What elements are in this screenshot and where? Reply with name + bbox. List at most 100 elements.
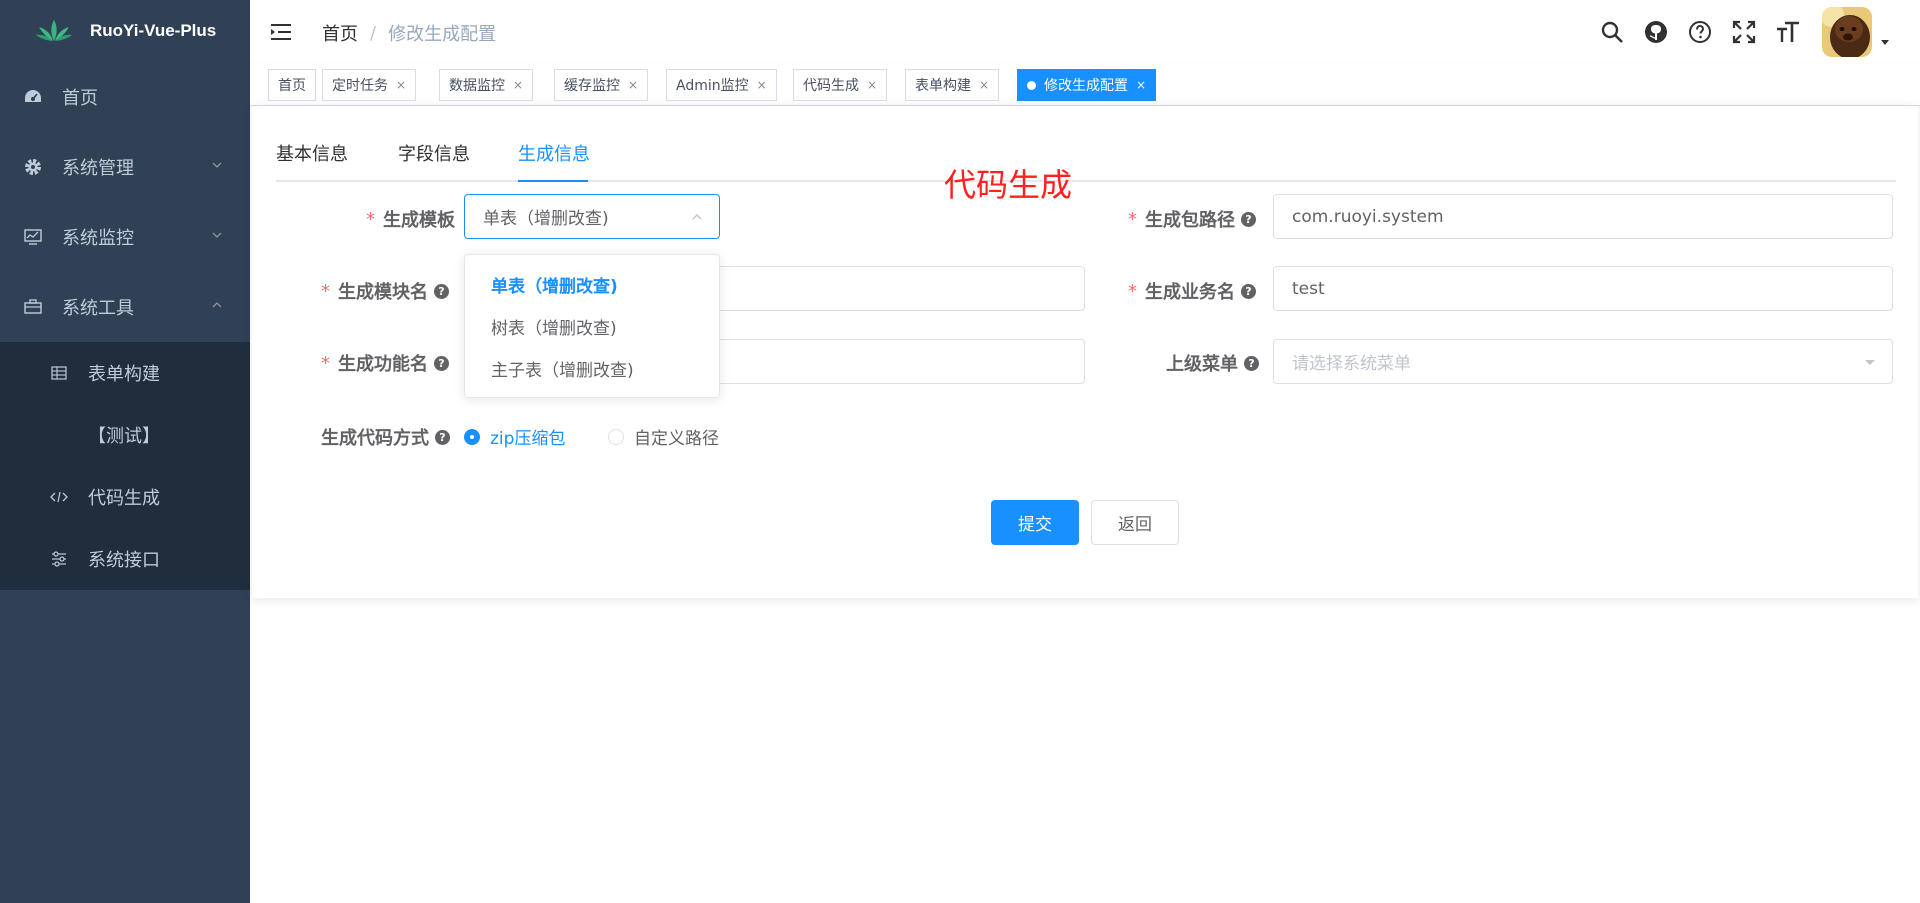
- navbar: 首页 / 修改生成配置: [250, 0, 1920, 64]
- gear-icon: [24, 158, 42, 176]
- label-package: * 生成包路径 ?: [1128, 206, 1256, 232]
- breadcrumb-home[interactable]: 首页: [322, 20, 358, 46]
- tag-scheduled-tasks[interactable]: 定时任务 ×: [322, 69, 417, 101]
- active-dot-icon: [1027, 80, 1036, 90]
- tag-data-monitor[interactable]: 数据监控 ×: [439, 69, 534, 101]
- tag-edit-gen-config[interactable]: 修改生成配置 ×: [1017, 69, 1157, 101]
- avatar[interactable]: [1822, 7, 1872, 57]
- close-icon[interactable]: ×: [1136, 78, 1146, 92]
- font-size-icon[interactable]: [1766, 0, 1810, 64]
- sidebar-submenu-tools: 表单构建 【测试】 代码生成 系统接口: [0, 342, 250, 590]
- chevron-down-icon: [212, 162, 222, 168]
- template-select[interactable]: 单表（增删改查): [464, 194, 720, 239]
- close-icon[interactable]: ×: [867, 78, 877, 92]
- chevron-up-icon: [212, 302, 222, 308]
- label-text: 生成代码方式: [321, 428, 429, 449]
- tag-code-gen[interactable]: 代码生成 ×: [793, 69, 888, 101]
- template-dropdown: 单表（增删改查) 树表（增删改查) 主子表（增删改查): [464, 254, 720, 398]
- label-text: 生成功能名: [338, 354, 428, 375]
- template-select-value: 单表（增删改查): [483, 209, 609, 229]
- tag-label: 首页: [278, 78, 306, 94]
- dropdown-option-tree[interactable]: 树表（增删改查): [465, 305, 719, 347]
- tag-home[interactable]: 首页: [268, 69, 316, 101]
- sidebar-item-api[interactable]: 系统接口: [0, 528, 250, 590]
- app-title: RuoYi-Vue-Plus: [90, 21, 217, 40]
- table-icon: [50, 364, 68, 382]
- label-gen-type: 生成代码方式 ?: [321, 424, 450, 450]
- tag-label: 定时任务: [332, 78, 388, 94]
- back-button[interactable]: 返回: [1091, 500, 1179, 545]
- help-icon[interactable]: [1678, 0, 1722, 64]
- help-icon[interactable]: ?: [434, 355, 449, 371]
- sliders-icon: [50, 550, 68, 568]
- tab-gen-info[interactable]: 生成信息: [518, 140, 590, 182]
- tag-label: 修改生成配置: [1044, 78, 1128, 94]
- watermark-text: 代码生成: [944, 166, 1073, 204]
- package-input-value: com.ruoyi.system: [1292, 206, 1444, 227]
- sidebar-item-system[interactable]: 系统管理: [0, 132, 250, 202]
- sidebar-item-label: 系统接口: [88, 550, 160, 571]
- label-text: 生成业务名: [1145, 282, 1235, 303]
- close-icon[interactable]: ×: [757, 78, 767, 92]
- sidebar-item-label: 代码生成: [88, 488, 160, 509]
- tab-basic-info[interactable]: 基本信息: [276, 140, 348, 182]
- required-mark: *: [321, 280, 330, 302]
- sidebar-item-monitor[interactable]: 系统监控: [0, 202, 250, 272]
- tag-form-build[interactable]: 表单构建 ×: [905, 69, 1000, 101]
- close-icon[interactable]: ×: [513, 78, 523, 92]
- required-mark: *: [1128, 280, 1137, 302]
- help-icon[interactable]: ?: [1244, 355, 1259, 371]
- parent-menu-select[interactable]: 请选择系统菜单: [1273, 339, 1893, 384]
- hamburger-icon[interactable]: [270, 22, 292, 42]
- label-module: * 生成模块名 ?: [321, 278, 449, 304]
- dropdown-option-single[interactable]: 单表（增删改查): [465, 263, 719, 305]
- package-input[interactable]: com.ruoyi.system: [1273, 194, 1893, 239]
- sidebar-item-form-build[interactable]: 表单构建: [0, 342, 250, 404]
- required-mark: *: [1128, 208, 1137, 230]
- sidebar-item-label: 系统管理: [62, 158, 134, 179]
- sidebar-logo[interactable]: RuoYi-Vue-Plus: [0, 0, 250, 62]
- radio-custom-path[interactable]: 自定义路径: [608, 424, 719, 449]
- business-input[interactable]: test: [1273, 266, 1893, 311]
- tab-field-info[interactable]: 字段信息: [398, 140, 470, 182]
- close-icon[interactable]: ×: [396, 78, 406, 92]
- tag-label: Admin监控: [676, 78, 749, 94]
- help-icon[interactable]: ?: [435, 429, 450, 445]
- fullscreen-icon[interactable]: [1722, 0, 1766, 64]
- sidebar: RuoYi-Vue-Plus 首页 系统管理 系统监控 系统工具 表单构建 【测…: [0, 0, 250, 903]
- tab-active-bar: [518, 180, 588, 182]
- label-parent-menu: 上级菜单 ?: [1166, 350, 1259, 376]
- github-icon[interactable]: [1634, 0, 1678, 64]
- radio-circle: [608, 428, 624, 445]
- label-function: * 生成功能名 ?: [321, 350, 449, 376]
- sidebar-item-label: 首页: [62, 88, 98, 109]
- chevron-up-icon: [692, 214, 702, 220]
- radio-zip[interactable]: zip压缩包: [464, 424, 565, 449]
- parent-menu-placeholder: 请选择系统菜单: [1292, 354, 1411, 374]
- dropdown-option-master-sub[interactable]: 主子表（增删改查): [465, 347, 719, 389]
- caret-down-icon: [1865, 360, 1875, 365]
- sidebar-item-code-gen[interactable]: 代码生成: [0, 466, 250, 528]
- close-icon[interactable]: ×: [979, 78, 989, 92]
- radio-label: zip压缩包: [490, 429, 566, 449]
- sidebar-item-home[interactable]: 首页: [0, 62, 250, 132]
- help-icon[interactable]: ?: [1241, 211, 1256, 227]
- breadcrumb-separator: /: [370, 22, 377, 44]
- help-icon[interactable]: ?: [1241, 283, 1256, 299]
- close-icon[interactable]: ×: [628, 78, 638, 92]
- search-icon[interactable]: [1590, 0, 1634, 64]
- chevron-down-icon: [212, 232, 222, 238]
- tabs: 基本信息 字段信息 生成信息: [276, 140, 1896, 182]
- tags-view: 首页 定时任务 × 数据监控 × 缓存监控 × Admin监控 × 代码生成 ×…: [250, 64, 1920, 106]
- radio-circle: [464, 428, 480, 445]
- caret-down-icon[interactable]: [1880, 39, 1890, 47]
- tag-cache-monitor[interactable]: 缓存监控 ×: [554, 69, 649, 101]
- sidebar-item-test[interactable]: 【测试】: [0, 404, 250, 466]
- sidebar-item-tools[interactable]: 系统工具: [0, 272, 250, 342]
- tag-admin-monitor[interactable]: Admin监控 ×: [666, 69, 777, 101]
- sidebar-item-label: 表单构建: [88, 364, 160, 385]
- label-template: * 生成模板: [366, 206, 455, 232]
- help-icon[interactable]: ?: [434, 283, 449, 299]
- required-mark: *: [366, 208, 375, 230]
- submit-button[interactable]: 提交: [991, 500, 1079, 545]
